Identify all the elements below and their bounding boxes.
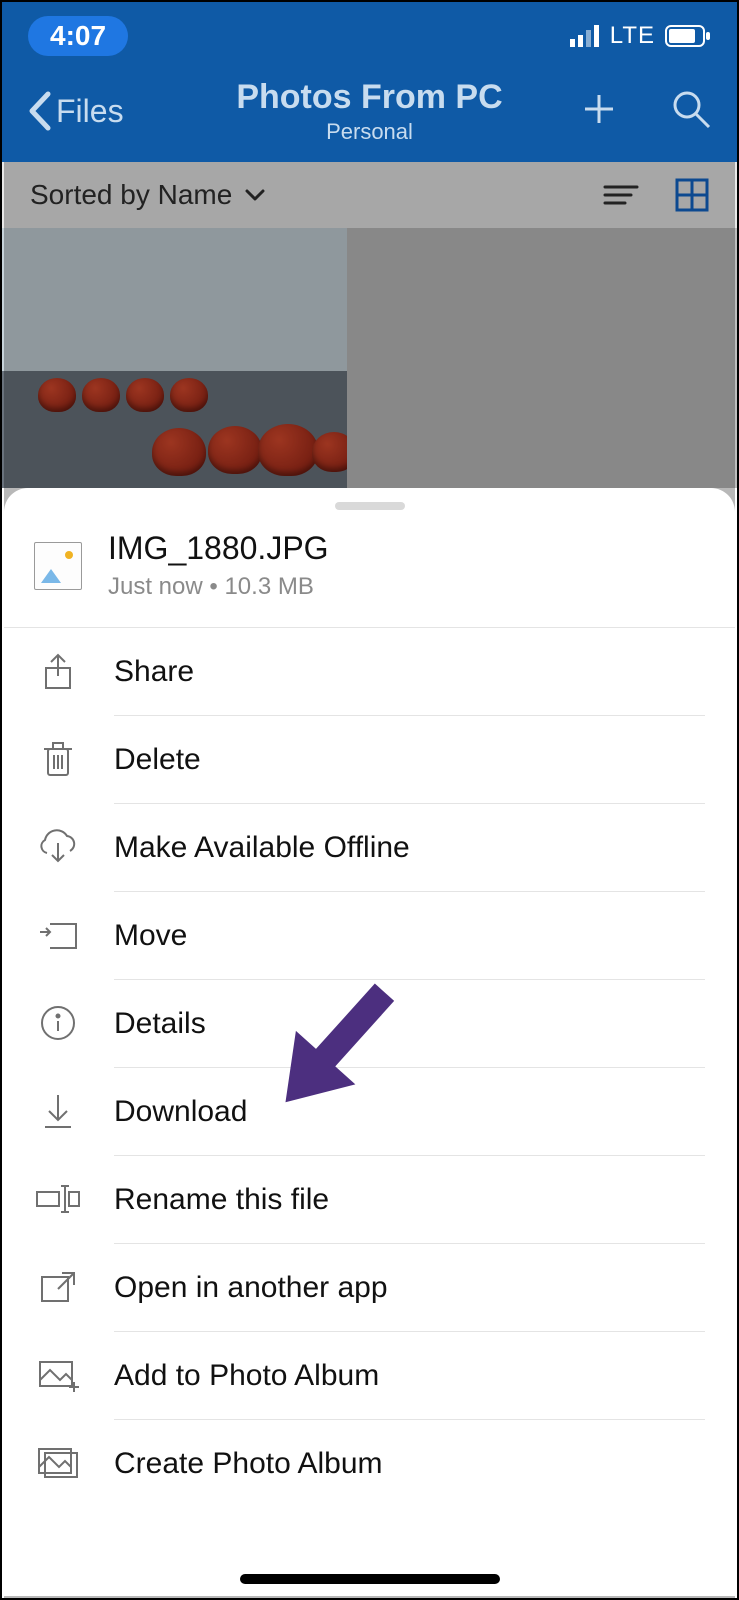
menu-item-offline[interactable]: Make Available Offline bbox=[4, 803, 735, 891]
annotation-arrow-icon bbox=[242, 950, 432, 1145]
trash-icon bbox=[34, 739, 82, 779]
file-meta: Just now • 10.3 MB bbox=[108, 573, 329, 601]
nav-bar: Files Photos From PC Personal bbox=[2, 60, 737, 162]
back-label: Files bbox=[56, 93, 124, 130]
menu-label: Add to Photo Album bbox=[114, 1331, 705, 1419]
image-file-icon bbox=[34, 542, 82, 590]
menu-label: Delete bbox=[114, 715, 705, 803]
sheet-grabber[interactable] bbox=[335, 502, 405, 510]
signal-icon bbox=[570, 25, 600, 47]
menu-item-open-in[interactable]: Open in another app bbox=[4, 1243, 735, 1331]
open-external-icon bbox=[34, 1269, 82, 1305]
search-button[interactable] bbox=[669, 87, 713, 136]
menu-label: Share bbox=[114, 628, 705, 715]
rename-icon bbox=[34, 1184, 82, 1214]
menu-label: Make Available Offline bbox=[114, 803, 705, 891]
file-header: IMG_1880.JPG Just now • 10.3 MB bbox=[4, 520, 735, 627]
menu-item-rename[interactable]: Rename this file bbox=[4, 1155, 735, 1243]
menu-item-share[interactable]: Share bbox=[4, 627, 735, 715]
add-button[interactable] bbox=[579, 89, 619, 134]
cloud-download-icon bbox=[34, 829, 82, 865]
menu-item-create-album[interactable]: Create Photo Album bbox=[4, 1419, 735, 1507]
app-header: 4:07 LTE Files Photos From PC Personal bbox=[2, 2, 737, 162]
menu-item-add-album[interactable]: Add to Photo Album bbox=[4, 1331, 735, 1419]
network-label: LTE bbox=[610, 22, 655, 50]
clock: 4:07 bbox=[28, 16, 128, 56]
menu-label: Create Photo Album bbox=[114, 1419, 705, 1507]
file-name: IMG_1880.JPG bbox=[108, 530, 329, 567]
share-icon bbox=[34, 652, 82, 692]
home-indicator[interactable] bbox=[240, 1574, 500, 1584]
download-icon bbox=[34, 1091, 82, 1131]
info-icon bbox=[34, 1005, 82, 1041]
add-album-icon bbox=[34, 1358, 82, 1392]
move-folder-icon bbox=[34, 918, 82, 952]
back-button[interactable]: Files bbox=[26, 90, 124, 132]
status-bar: 4:07 LTE bbox=[2, 2, 737, 60]
battery-icon bbox=[665, 25, 711, 47]
menu-label: Rename this file bbox=[114, 1155, 705, 1243]
album-icon bbox=[34, 1445, 82, 1481]
menu-item-delete[interactable]: Delete bbox=[4, 715, 735, 803]
menu-label: Open in another app bbox=[114, 1243, 705, 1331]
